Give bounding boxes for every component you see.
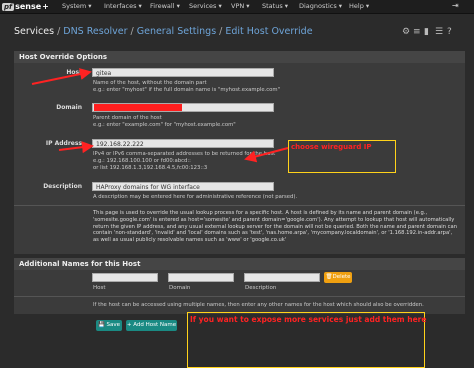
save-button[interactable]: 💾 Save <box>96 320 122 331</box>
menu-vpn[interactable]: VPN ▾ <box>231 2 250 10</box>
menu-interfaces[interactable]: Interfaces ▾ <box>104 2 142 10</box>
additional-panel-title: Additional Names for this Host <box>14 258 465 270</box>
panel-title: Host Override Options <box>14 51 465 63</box>
logout-icon[interactable]: ⇥ <box>452 1 459 10</box>
breadcrumb-services: Services <box>14 26 55 37</box>
question-icon[interactable]: ? <box>447 27 452 37</box>
menu-services[interactable]: Services ▾ <box>189 2 222 10</box>
alias-col-host: Host <box>93 285 106 291</box>
chart-icon[interactable]: ▮ <box>424 27 429 37</box>
ip-label: IP Address <box>45 140 82 147</box>
host-input[interactable]: gitea <box>92 68 274 77</box>
menu-firewall[interactable]: Firewall ▾ <box>150 2 180 10</box>
pfsense-logo[interactable]: pf sense + <box>2 1 49 12</box>
add-host-name-button[interactable]: + Add Host Name <box>126 320 177 331</box>
info-text: This page is used to override the usual … <box>93 210 457 244</box>
logo-prefix: pf <box>2 2 15 11</box>
domain-redaction <box>94 104 182 111</box>
additional-help: If the host can be accessed using multip… <box>93 302 424 308</box>
ip-annotation-text: choose wireguard IP <box>291 143 372 151</box>
alias-host-input[interactable] <box>92 273 158 282</box>
menu-status[interactable]: Status ▾ <box>262 2 288 10</box>
domain-label: Domain <box>56 104 82 111</box>
ip-help-2: e.g.: 192.168.100.100 or fd00:abcd:: <box>93 158 191 164</box>
delete-button[interactable]: 🗑Delete <box>324 272 352 283</box>
alias-col-description: Description <box>245 285 277 291</box>
host-label: Host <box>66 69 82 76</box>
breadcrumb-general-settings[interactable]: General Settings <box>137 26 216 37</box>
ip-help-3: or list 192.168.1.3,192.168.4.5,fc00:123… <box>93 165 208 171</box>
menu-diagnostics[interactable]: Diagnostics ▾ <box>299 2 342 10</box>
ip-help-1: IPv4 or IPv6 comma-separated addresses t… <box>93 151 276 157</box>
sliders-icon[interactable]: ≡ <box>413 27 421 37</box>
host-help-1: Name of the host, without the domain par… <box>93 80 207 86</box>
divider <box>14 205 465 206</box>
gear-icon[interactable]: ⚙ <box>402 27 410 37</box>
logo-plus: + <box>42 2 49 11</box>
ip-input[interactable]: 192.168.22.222 <box>92 139 274 148</box>
alias-domain-input[interactable] <box>168 273 234 282</box>
list-icon[interactable]: ☰ <box>435 27 443 37</box>
description-input[interactable]: HAProxy domains for WG interface <box>92 182 274 191</box>
bottom-annotation-text: If you want to expose more services just… <box>190 315 427 324</box>
alias-description-input[interactable] <box>244 273 320 282</box>
description-label: Description <box>43 183 82 190</box>
breadcrumb-dns-resolver[interactable]: DNS Resolver <box>63 26 127 37</box>
menu-system[interactable]: System ▾ <box>62 2 92 10</box>
domain-help-2: e.g.: enter "example.com" for "myhost.ex… <box>93 122 236 128</box>
alias-col-domain: Domain <box>169 285 191 291</box>
logo-name: sense <box>15 2 42 11</box>
menu-help[interactable]: Help ▾ <box>349 2 369 10</box>
breadcrumb-edit-host-override[interactable]: Edit Host Override <box>225 26 312 37</box>
save-icon: 💾 <box>97 322 105 328</box>
breadcrumb: Services / DNS Resolver / General Settings / E… <box>14 26 313 37</box>
host-help-2: e.g.: enter "myhost" if the full domain … <box>93 87 281 93</box>
plus-icon: + <box>126 322 132 328</box>
domain-help-1: Parent domain of the host <box>93 115 162 121</box>
description-help: A description may be entered here for ad… <box>93 194 298 200</box>
top-navbar: pf sense + System ▾ Interfaces ▾ Firewal… <box>0 0 474 14</box>
divider-2 <box>14 296 465 297</box>
